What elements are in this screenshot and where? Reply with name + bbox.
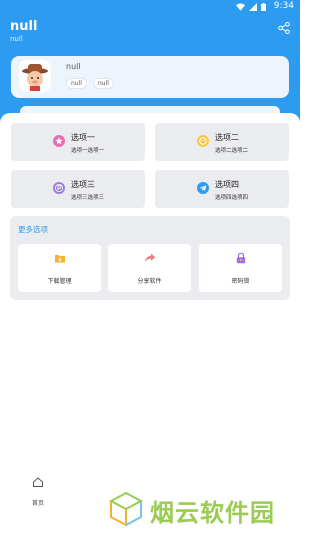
share-software-button[interactable]: 分享软件	[108, 244, 191, 292]
option-four-card[interactable]: 选项四 选项四选项四	[155, 170, 289, 208]
lock-icon	[236, 252, 246, 264]
option-title: 选项二	[215, 133, 239, 142]
download-folder-icon	[55, 255, 65, 263]
tool-label: 分享软件	[137, 278, 162, 285]
battery-icon	[261, 3, 266, 11]
option-three-card[interactable]: 选项三 选项三选项三	[11, 170, 145, 208]
option-subtitle: 选项一选项一	[71, 148, 105, 154]
option-title: 选项三	[71, 180, 95, 189]
profile-name: null	[66, 62, 81, 71]
signal-icon	[249, 3, 257, 11]
home-icon	[33, 477, 43, 487]
option-title: 选项一	[71, 133, 95, 142]
nav-home-label: 首页	[31, 500, 44, 507]
status-icons	[236, 3, 266, 11]
page-subtitle: null	[10, 35, 23, 43]
cowboy-avatar-icon	[22, 64, 48, 91]
option-subtitle: 选项四选项四	[215, 195, 249, 201]
section-title: 更多选项	[18, 225, 48, 234]
avatar[interactable]	[19, 60, 51, 92]
watermark: 烟云软件园	[108, 488, 298, 530]
smile-icon	[197, 135, 209, 147]
tool-label: 密码锁	[231, 278, 250, 285]
profile-tag: null	[66, 78, 87, 89]
p-badge-icon	[53, 182, 65, 194]
watermark-text: 烟云软件园	[150, 499, 275, 527]
cube-logo-icon	[108, 491, 144, 527]
star-icon	[53, 135, 65, 147]
tool-label: 下载管理	[47, 278, 72, 285]
profile-tag: null	[92, 78, 114, 89]
status-bar: 9:34	[0, 0, 300, 16]
profile-card[interactable]: null null null	[11, 56, 289, 98]
nav-home-tab[interactable]: 首页	[26, 476, 50, 507]
option-two-card[interactable]: 选项二 选项二选项二	[155, 123, 289, 161]
password-lock-button[interactable]: 密码锁	[199, 244, 282, 292]
option-subtitle: 选项三选项三	[71, 195, 105, 201]
wifi-icon	[236, 3, 245, 11]
telegram-icon	[197, 182, 209, 194]
option-subtitle: 选项二选项二	[215, 148, 249, 154]
download-manager-button[interactable]: 下载管理	[18, 244, 101, 292]
option-title: 选项四	[215, 180, 239, 189]
option-one-card[interactable]: 选项一 选项一选项一	[11, 123, 145, 161]
status-time: 9:34	[273, 1, 294, 11]
share-arrow-icon	[145, 253, 156, 262]
share-icon[interactable]	[278, 22, 290, 34]
profile-tags: null null	[66, 78, 114, 89]
page-title: null	[10, 19, 38, 34]
more-options-panel: 更多选项 下载管理 分享软件 密码锁	[10, 216, 290, 300]
